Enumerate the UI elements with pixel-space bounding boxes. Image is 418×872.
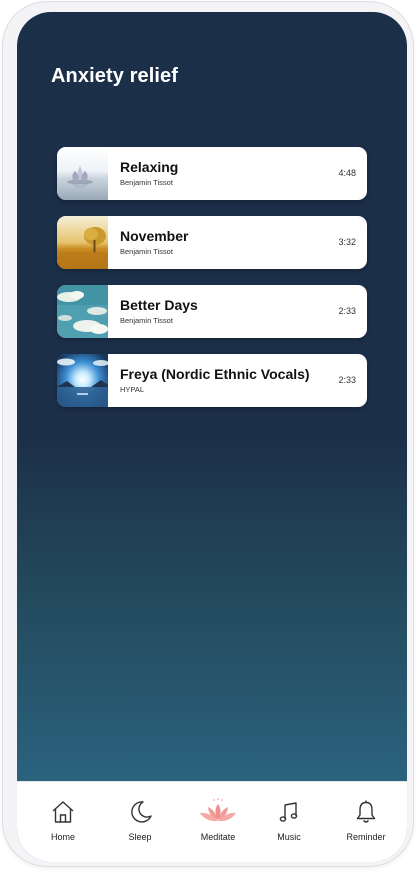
tab-label: Meditate	[200, 832, 236, 842]
clouds-in-sky-image	[57, 285, 108, 338]
tab-reminder[interactable]: Reminder	[331, 798, 401, 842]
track-title: Better Days	[120, 297, 198, 313]
track-card-november[interactable]: November Benjamin Tissot 3:32	[57, 216, 367, 269]
tab-label: Reminder	[346, 832, 386, 842]
track-duration: 3:32	[338, 237, 356, 247]
page-title: Anxiety relief	[51, 65, 179, 87]
track-artist: Benjamin Tissot	[120, 247, 173, 256]
track-artist: Benjamin Tissot	[120, 178, 173, 187]
phone-frame: Anxiety relief Relaxing Benjamin Tissot …	[3, 2, 413, 866]
track-duration: 2:33	[338, 306, 356, 316]
home-icon	[52, 801, 74, 823]
tab-label: Music	[277, 832, 301, 842]
app-screen: Anxiety relief Relaxing Benjamin Tissot …	[17, 12, 407, 862]
track-card-better-days[interactable]: Better Days Benjamin Tissot 2:33	[57, 285, 367, 338]
lotus-on-water-image	[57, 147, 108, 200]
track-title: Freya (Nordic Ethnic Vocals)	[120, 366, 310, 382]
tab-meditate[interactable]: Meditate	[183, 798, 253, 842]
track-card-relaxing[interactable]: Relaxing Benjamin Tissot 4:48	[57, 147, 367, 200]
lotus-icon	[200, 798, 236, 822]
tree-in-golden-field-image	[57, 216, 108, 269]
track-artist: HYPAL	[120, 385, 145, 394]
bell-icon	[356, 800, 376, 823]
track-card-freya[interactable]: Freya (Nordic Ethnic Vocals) HYPAL 2:33	[57, 354, 367, 407]
tab-label: Home	[50, 832, 75, 842]
track-title: Relaxing	[120, 159, 179, 175]
bottom-tab-bar: Home Sleep Meditate Music Reminder	[17, 781, 407, 862]
track-duration: 2:33	[338, 375, 356, 385]
tab-sleep[interactable]: Sleep	[105, 798, 175, 842]
track-duration: 4:48	[338, 168, 356, 178]
track-artist: Benjamin Tissot	[120, 316, 173, 325]
tab-music[interactable]: Music	[254, 798, 324, 842]
moon-icon	[131, 801, 152, 823]
tab-label: Sleep	[128, 832, 152, 842]
track-title: November	[120, 228, 189, 244]
sun-over-fjord-image	[57, 354, 108, 407]
tab-home[interactable]: Home	[28, 798, 98, 842]
music-note-icon	[279, 802, 298, 822]
